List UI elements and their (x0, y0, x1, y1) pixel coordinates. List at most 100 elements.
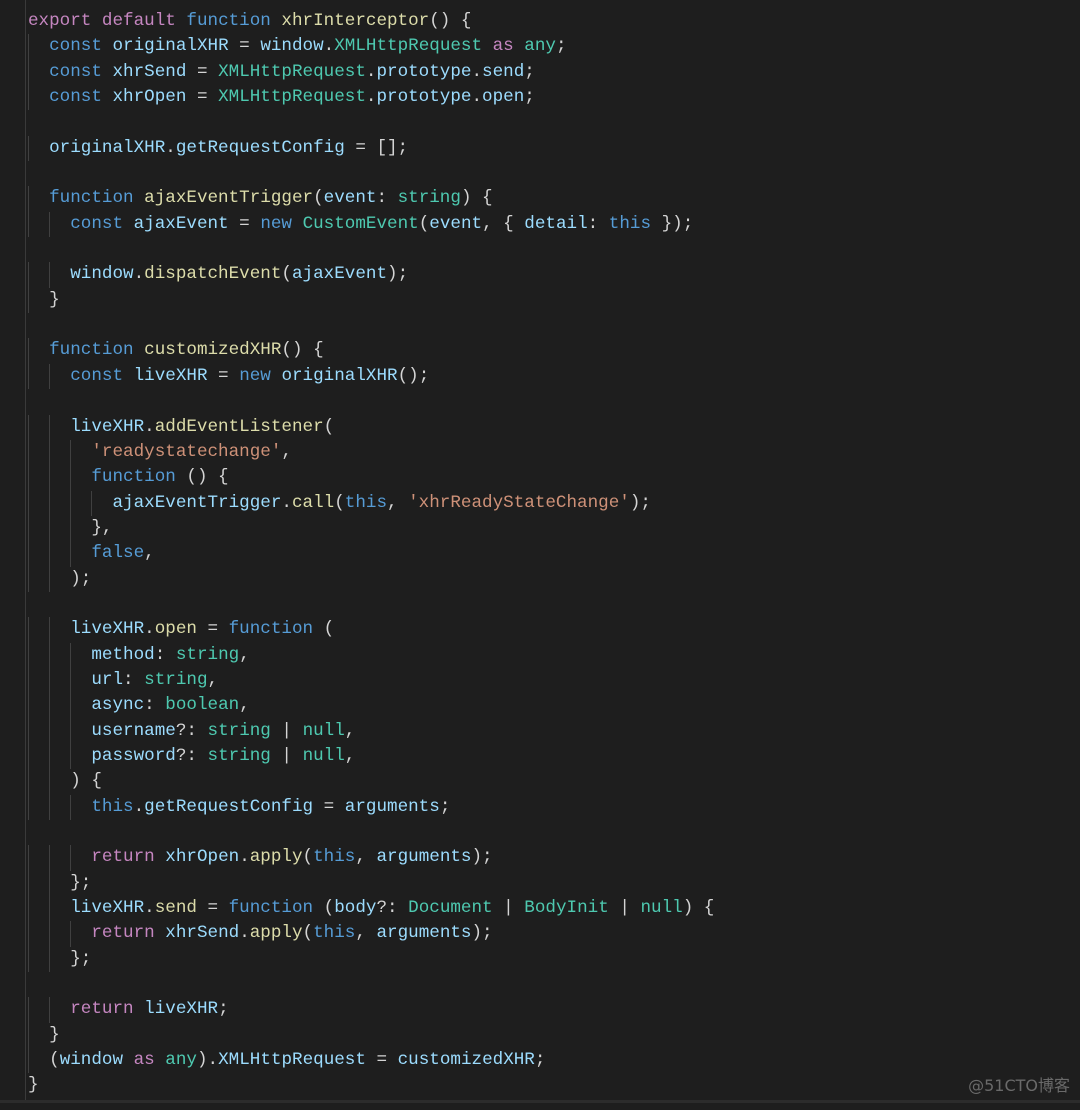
code-line[interactable]: method: string, (28, 642, 714, 668)
code-line[interactable]: function ajaxEventTrigger(event: string)… (28, 186, 714, 212)
code-token: prototype (376, 61, 472, 82)
indent-guide (28, 211, 29, 238)
code-token: any (524, 36, 556, 57)
code-token: Document (408, 898, 493, 919)
code-line[interactable]: } (28, 287, 714, 314)
code-token: boolean (165, 695, 240, 716)
code-line[interactable]: }; (28, 946, 714, 973)
code-line[interactable] (28, 313, 714, 338)
code-line[interactable]: export default function xhrInterceptor()… (28, 9, 714, 34)
code-token: . (133, 264, 145, 285)
code-line[interactable]: const ajaxEvent = new CustomEvent(event,… (28, 211, 714, 238)
indent-guide (28, 946, 29, 973)
code-line[interactable] (28, 389, 714, 414)
code-line[interactable]: url: string, (28, 667, 714, 694)
code-line[interactable]: function customizedXHR() { (28, 338, 714, 364)
code-line[interactable] (28, 161, 714, 186)
code-token: any (165, 1050, 197, 1071)
code-editor[interactable]: export default function xhrInterceptor()… (0, 0, 1080, 1103)
code-token: ; (524, 87, 535, 108)
code-line[interactable]: function () { (28, 465, 714, 491)
code-line[interactable]: return liveXHR; (28, 997, 714, 1023)
horizontal-scrollbar[interactable] (0, 1100, 1080, 1103)
indent-guide (70, 490, 72, 516)
code-line[interactable]: return xhrSend.apply(this, arguments); (28, 921, 714, 947)
code-token: originalXHR (49, 137, 166, 158)
code-line[interactable]: false, (28, 541, 714, 567)
code-line[interactable] (28, 820, 714, 845)
indent-guide (28, 642, 29, 668)
code-token: , (344, 745, 356, 766)
code-token: | (270, 720, 303, 741)
code-line[interactable]: liveXHR.addEventListener( (28, 414, 714, 440)
code-token: export (28, 11, 92, 31)
code-line[interactable]: const xhrSend = XMLHttpRequest.prototype… (28, 59, 714, 86)
indent-guide (28, 85, 29, 111)
code-token: ( (281, 264, 292, 285)
code-token: } (28, 1024, 60, 1045)
code-line[interactable]: return xhrOpen.apply(this, arguments); (28, 845, 714, 871)
code-token: liveXHR (144, 999, 219, 1020)
code-area[interactable]: export default function xhrInterceptor()… (28, 9, 714, 1099)
code-token: body (334, 898, 377, 919)
code-line[interactable]: ) { (28, 769, 714, 795)
code-line[interactable]: 'readystatechange', (28, 439, 714, 466)
indent-guide (91, 490, 93, 516)
indent-guide (49, 541, 51, 567)
code-token: | (270, 745, 303, 766)
code-line[interactable]: const originalXHR = window.XMLHttpReques… (28, 34, 714, 60)
code-token: , (344, 720, 356, 741)
indent-guide (49, 262, 51, 288)
code-token: . (281, 492, 292, 513)
code-line[interactable]: username?: string | null, (28, 718, 714, 744)
code-token: method (91, 644, 155, 665)
code-token: liveXHR (133, 365, 208, 386)
code-line[interactable]: (window as any).XMLHttpRequest = customi… (28, 1048, 714, 1074)
code-line[interactable]: }, (28, 515, 714, 542)
code-token: ( (28, 1050, 60, 1071)
code-token: ( (302, 847, 314, 868)
code-line[interactable] (28, 972, 714, 997)
code-line[interactable]: const xhrOpen = XMLHttpRequest.prototype… (28, 85, 714, 111)
code-token: = (207, 365, 240, 386)
indent-guide (49, 870, 51, 897)
code-line[interactable] (28, 110, 714, 135)
code-token: dispatchEvent (144, 264, 282, 285)
code-token: ) { (460, 188, 493, 209)
code-line[interactable]: password?: string | null, (28, 743, 714, 770)
code-token: } (28, 1075, 39, 1096)
code-line[interactable]: liveXHR.send = function (body?: Document… (28, 896, 714, 922)
code-line[interactable]: liveXHR.open = function ( (28, 617, 714, 643)
indent-guide (28, 1022, 29, 1049)
code-token: event (323, 188, 377, 209)
code-token: getRequestConfig (175, 137, 345, 158)
code-line[interactable]: ajaxEventTrigger.call(this, 'xhrReadySta… (28, 490, 714, 516)
code-line[interactable]: const liveXHR = new originalXHR(); (28, 363, 714, 390)
code-line[interactable]: ); (28, 566, 714, 592)
code-line[interactable]: window.dispatchEvent(ajaxEvent); (28, 262, 714, 288)
code-line[interactable]: } (28, 1073, 714, 1098)
code-token: ; (439, 796, 451, 817)
code-line[interactable] (28, 592, 714, 617)
code-line[interactable]: } (28, 1022, 714, 1049)
code-token: arguments (344, 796, 440, 817)
code-line[interactable] (28, 237, 714, 262)
code-line[interactable]: this.getRequestConfig = arguments; (28, 794, 714, 820)
indent-guide (70, 439, 72, 466)
code-line[interactable]: async: boolean, (28, 693, 714, 719)
indent-guide (28, 667, 29, 694)
code-token: const (49, 61, 102, 82)
code-token: originalXHR (281, 365, 398, 386)
code-token: : (144, 695, 166, 716)
code-token: | (492, 898, 525, 919)
code-line[interactable]: originalXHR.getRequestConfig = []; (28, 135, 714, 162)
indent-guide (70, 642, 72, 668)
code-line[interactable]: }; (28, 870, 714, 897)
